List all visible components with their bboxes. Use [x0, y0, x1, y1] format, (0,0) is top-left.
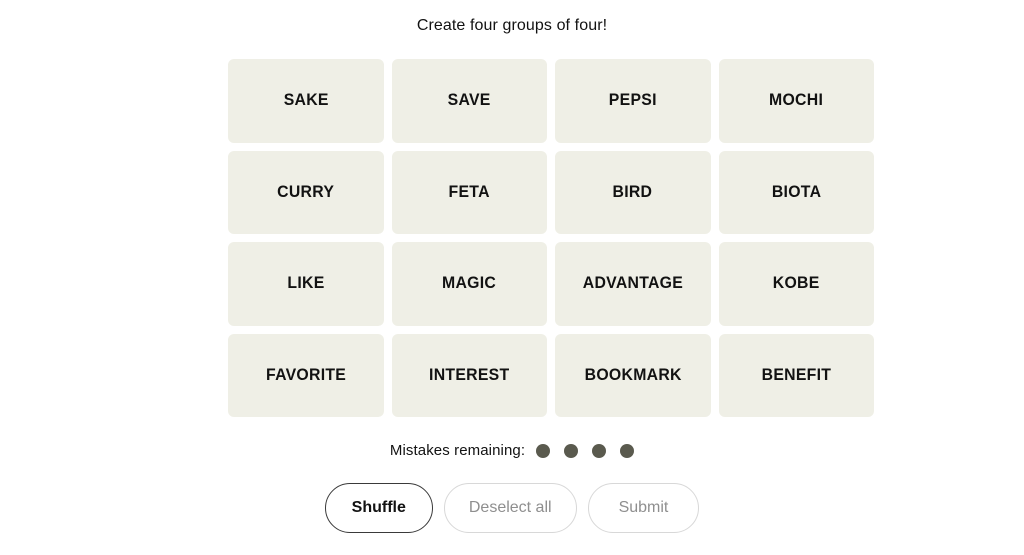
tile[interactable]: CURRY	[228, 150, 384, 234]
controls-row: Shuffle Deselect all Submit	[0, 483, 1024, 533]
tile-label: FETA	[448, 181, 490, 201]
mistake-dot	[536, 444, 551, 458]
mistakes-label: Mistakes remaining:	[389, 442, 526, 459]
tile-label: SAVE	[447, 90, 491, 110]
tile-label: KOBE	[772, 273, 820, 293]
tile-label: PEPSI	[608, 90, 657, 110]
tile[interactable]: BOOKMARK	[555, 333, 711, 417]
tile[interactable]: LIKE	[228, 242, 384, 326]
tile-label: INTEREST	[429, 364, 510, 384]
tile[interactable]: MOCHI	[718, 59, 874, 143]
shuffle-button[interactable]: Shuffle	[324, 483, 433, 533]
tile-label: BOOKMARK	[584, 364, 682, 384]
tile-label: BENEFIT	[761, 364, 832, 384]
tile[interactable]: SAVE	[391, 59, 547, 143]
tile[interactable]: BENEFIT	[718, 333, 874, 417]
tile-label: FAVORITE	[265, 364, 346, 384]
tile-label: BIOTA	[771, 181, 821, 201]
tile-grid: SAKE SAVE PEPSI MOCHI CURRY FETA BIRD BIOTA LIKE…	[228, 59, 874, 417]
submit-button[interactable]: Submit	[587, 483, 700, 533]
tile[interactable]: ADVANTAGE	[555, 242, 711, 326]
tile[interactable]: PEPSI	[555, 59, 711, 143]
deselect-all-button[interactable]: Deselect all	[443, 483, 577, 533]
tile[interactable]: FAVORITE	[228, 333, 384, 417]
tile-label: MOCHI	[769, 90, 824, 110]
tile[interactable]: SAKE	[228, 59, 384, 143]
tile[interactable]: KOBE	[718, 242, 874, 326]
mistake-dot	[564, 444, 579, 458]
mistake-dot	[592, 444, 607, 458]
tile[interactable]: MAGIC	[391, 242, 547, 326]
mistake-dots	[536, 444, 635, 458]
tile-label: SAKE	[283, 90, 329, 110]
page-title: Create four groups of four!	[416, 17, 608, 34]
tile[interactable]: INTEREST	[391, 333, 547, 417]
tile-label: BIRD	[612, 181, 653, 201]
tile-label: CURRY	[277, 181, 335, 201]
tile[interactable]: BIOTA	[718, 150, 874, 234]
tile[interactable]: FETA	[391, 150, 547, 234]
tile-label: MAGIC	[442, 273, 497, 293]
connections-game: Create four groups of four! SAKE SAVE PEPS…	[0, 0, 1024, 555]
tile-label: ADVANTAGE	[582, 273, 683, 293]
mistakes-remaining: Mistakes remaining:	[0, 440, 1024, 462]
tile[interactable]: BIRD	[555, 150, 711, 234]
tile-label: LIKE	[287, 273, 325, 293]
mistake-dot	[620, 444, 635, 458]
